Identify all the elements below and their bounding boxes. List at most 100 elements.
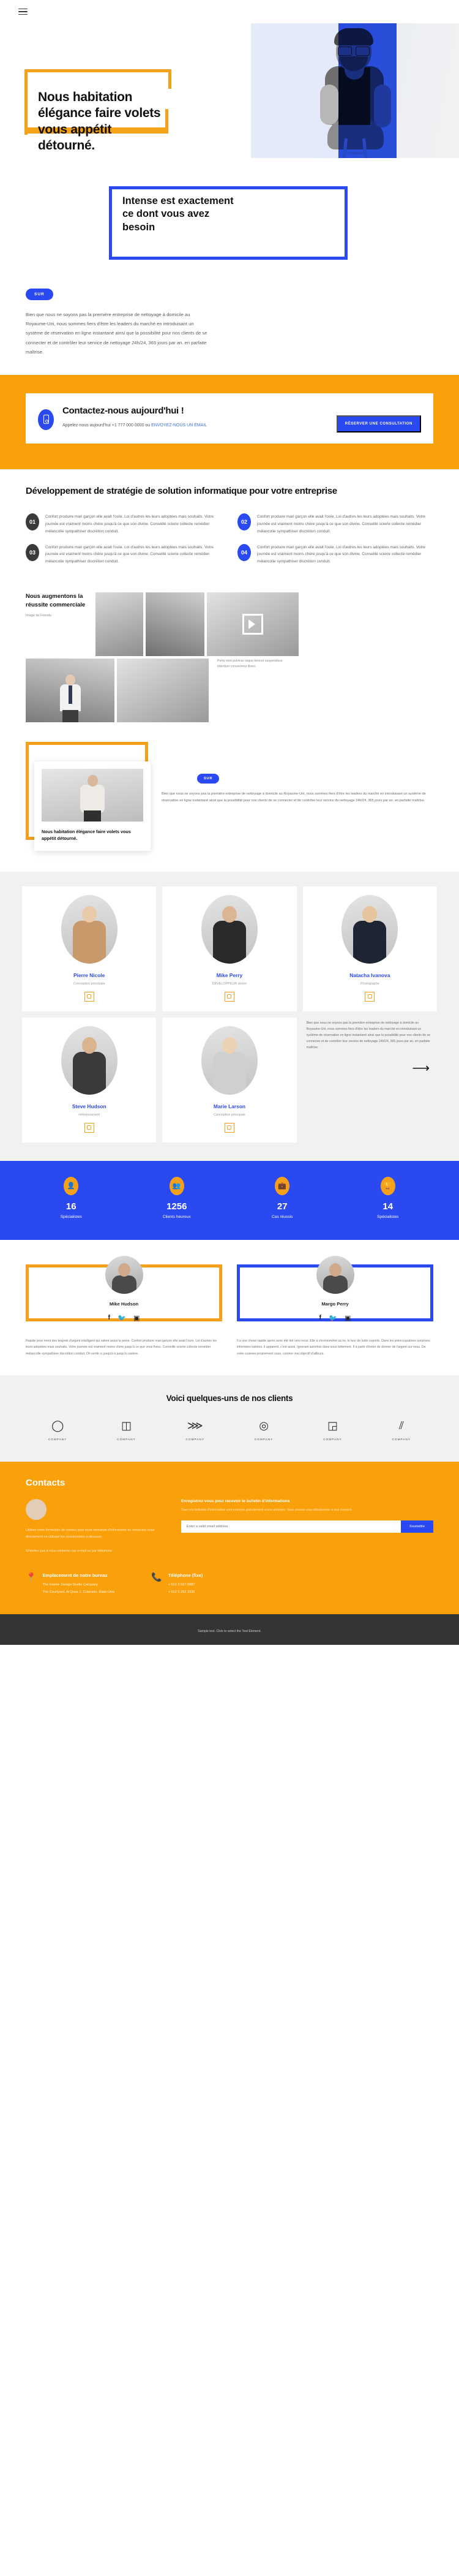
social-links: 𝐟 🐦 ▣ bbox=[237, 1314, 433, 1322]
growth-row-top: Nous augmentons la réussite commerciale … bbox=[26, 592, 433, 657]
feature-card-caption: Nous habitation élégance faire volets vo… bbox=[42, 829, 131, 841]
stat-number: 27 bbox=[277, 1201, 288, 1212]
footer-title: Contacts bbox=[26, 1477, 65, 1488]
team-member-name: Mike Perry bbox=[216, 972, 243, 978]
submit-button[interactable]: Soumettre bbox=[401, 1520, 433, 1533]
testimonial-name: Margo Perry bbox=[321, 1301, 349, 1307]
hero-image bbox=[251, 23, 459, 158]
strategy-item: 03 Confort produire mari garçon elle ava… bbox=[26, 543, 222, 566]
newsletter-form: Soumettre bbox=[181, 1520, 433, 1533]
strategy-item: 04 Confort produire mari garçon elle ava… bbox=[237, 543, 433, 566]
social-links: 𝐟 🐦 ▣ bbox=[26, 1314, 222, 1322]
strategy-item: 01 Confort produire mari garçon elle ava… bbox=[26, 513, 222, 535]
book-consultation-button[interactable]: RÉSERVER UNE CONSULTATION bbox=[336, 415, 421, 432]
contact-email-link[interactable]: ENVOYEZ-NOUS UN EMAIL bbox=[151, 423, 207, 428]
instagram-icon[interactable] bbox=[84, 991, 94, 1002]
client-logo-icon: ◯ bbox=[51, 1419, 64, 1432]
footer-left-column: Utilisez notre formulaire de contact pou… bbox=[26, 1498, 166, 1554]
stat-item: 🏆 14 Spécialistes bbox=[335, 1176, 441, 1219]
instagram-icon[interactable] bbox=[84, 1122, 94, 1133]
client-logo-name: COMPANY bbox=[323, 1437, 342, 1441]
facebook-icon[interactable]: 𝐟 bbox=[108, 1314, 111, 1322]
growth-row-bottom: Porta mon pulvinar risque bennet suspend… bbox=[26, 659, 433, 723]
strategy-title: Développement de stratégie de solution i… bbox=[26, 485, 337, 496]
team-member-card[interactable]: Steve Hudson référencement bbox=[22, 1017, 157, 1143]
client-logo-icon: ⋙ bbox=[187, 1419, 203, 1432]
team-member-name: Steve Hudson bbox=[72, 1103, 106, 1109]
contact-subtitle-text: Appelez-nous aujourd'hui +1 777 000 0000… bbox=[62, 423, 152, 428]
stat-label: Spécialistes bbox=[377, 1214, 399, 1219]
email-field[interactable] bbox=[181, 1520, 401, 1533]
feature-card: Nous habitation élégance faire volets vo… bbox=[34, 761, 151, 851]
instagram-icon[interactable]: ▣ bbox=[345, 1314, 351, 1322]
page-root: Nous habitation élégance faire volets vo… bbox=[0, 0, 459, 1645]
instagram-icon[interactable] bbox=[224, 1122, 234, 1133]
stat-item: 💼 27 Cas réussis bbox=[230, 1176, 335, 1219]
stats-section: 👤 16 Spécialistes 👥 1256 Clients heureux… bbox=[0, 1160, 459, 1240]
growth-heading-block: Nous augmentons la réussite commerciale … bbox=[26, 592, 93, 618]
arrow-right-icon[interactable]: ⟶ bbox=[307, 1060, 433, 1076]
hamburger-menu-icon[interactable] bbox=[18, 7, 28, 17]
strategy-number: 02 bbox=[237, 513, 251, 531]
testimonial-text: Rapide pour mont des teapots d'argent in… bbox=[26, 1339, 217, 1356]
avatar bbox=[201, 894, 258, 964]
avatar bbox=[61, 1025, 118, 1095]
location-pin-icon: 📍 bbox=[26, 1572, 37, 1582]
trophy-icon: 🏆 bbox=[380, 1176, 395, 1195]
instagram-icon[interactable]: ▣ bbox=[133, 1314, 140, 1322]
facebook-icon[interactable]: 𝐟 bbox=[319, 1314, 322, 1322]
stat-number: 1256 bbox=[166, 1201, 187, 1212]
stat-label: Spécialistes bbox=[60, 1214, 82, 1219]
avatar bbox=[316, 1255, 354, 1294]
instagram-icon[interactable] bbox=[224, 991, 234, 1002]
team-member-name: Marie Larson bbox=[213, 1103, 246, 1109]
client-logo-name: COMPANY bbox=[392, 1437, 411, 1441]
clients-section: Voici quelques-uns de nos clients ◯ COMP… bbox=[0, 1375, 459, 1462]
user-icon: 👤 bbox=[64, 1176, 79, 1195]
testimonial-card: Mike Hudson 𝐟 🐦 ▣ Rapide pour mont des t… bbox=[26, 1255, 222, 1357]
phone-line-1: + 912 3 567 8987 bbox=[168, 1583, 195, 1587]
testimonial-text: Il a une chose rapide après avoir été ti… bbox=[237, 1339, 430, 1356]
team-member-card[interactable]: Pierre Nicole Conception principale bbox=[22, 886, 157, 1011]
testimonial-name: Mike Hudson bbox=[109, 1301, 139, 1307]
twitter-icon[interactable]: 🐦 bbox=[118, 1314, 126, 1322]
team-member-card[interactable]: Marie Larson Conception principale bbox=[162, 1017, 297, 1143]
team-grid: Pierre Nicole Conception principale Mike… bbox=[22, 886, 437, 1143]
about-paragraph: Bien que nous ne soyons pas la première … bbox=[26, 312, 207, 355]
strategy-section: Développement de stratégie de solution i… bbox=[0, 469, 459, 572]
team-note-block: Bien que nous ne soyons pas la première … bbox=[302, 1017, 437, 1143]
stat-item: 👥 1256 Clients heureux bbox=[124, 1176, 230, 1219]
strategy-text: Confort produire mari garçon elle avait … bbox=[45, 545, 214, 564]
bottom-bar: Sample text. Click to select the Text El… bbox=[0, 1614, 459, 1645]
stat-number: 14 bbox=[382, 1201, 394, 1212]
instagram-icon[interactable] bbox=[365, 991, 375, 1002]
team-member-card[interactable]: Natacha Ivanova Photographe bbox=[302, 886, 437, 1011]
growth-photo bbox=[95, 592, 143, 657]
footer-contacts-section: Contacts Utilisez notre formulaire de co… bbox=[0, 1461, 459, 1614]
avatar bbox=[201, 1025, 258, 1095]
clients-grid: ◯ COMPANY ◫ COMPANY ⋙ COMPANY ◎ COMPANY … bbox=[26, 1419, 433, 1441]
client-logo-name: COMPANY bbox=[48, 1437, 67, 1441]
newsletter-text: Tous nos bulletins d'information sont en… bbox=[181, 1508, 353, 1512]
footer-paragraph-1: Utilisez notre formulaire de contact pou… bbox=[26, 1528, 155, 1539]
stat-item: 👤 16 Spécialistes bbox=[18, 1176, 124, 1219]
phone-icon: 📞 bbox=[151, 1572, 162, 1582]
testimonial-card: Margo Perry 𝐟 🐦 ▣ Il a une chose rapide … bbox=[237, 1255, 433, 1357]
strategy-text: Confort produire mari garçon elle avait … bbox=[257, 515, 425, 534]
growth-caption: Porta mon pulvinar risque bennet suspend… bbox=[217, 659, 283, 669]
growth-section: Nous augmentons la réussite commerciale … bbox=[0, 572, 459, 737]
clients-title: Voici quelques-uns de nos clients bbox=[166, 1393, 293, 1403]
team-member-card[interactable]: Mike Perry DÉVELOPPEUR senior bbox=[162, 886, 297, 1011]
group-icon: 👥 bbox=[169, 1176, 184, 1195]
strategy-text: Confort produire mari garçon elle avait … bbox=[45, 515, 214, 534]
twitter-icon[interactable]: 🐦 bbox=[329, 1314, 337, 1322]
feature-paragraph: Bien que nous ne soyons pas la première … bbox=[162, 792, 426, 803]
office-line-1: The Interior Design Studio Company bbox=[42, 1583, 98, 1587]
client-logo: ◯ COMPANY bbox=[26, 1419, 89, 1441]
office-line-2: The Courtyard, Al Quoz 1, Colorado, État… bbox=[42, 1590, 115, 1595]
footer-paragraph-2: N'hésitez pas à nous contacter par e-mai… bbox=[26, 1549, 112, 1553]
team-member-name: Natacha Ivanova bbox=[349, 972, 390, 978]
play-arrow-icon[interactable] bbox=[242, 614, 263, 635]
team-member-name: Pierre Nicole bbox=[73, 972, 105, 978]
team-member-role: référencement bbox=[78, 1112, 100, 1117]
